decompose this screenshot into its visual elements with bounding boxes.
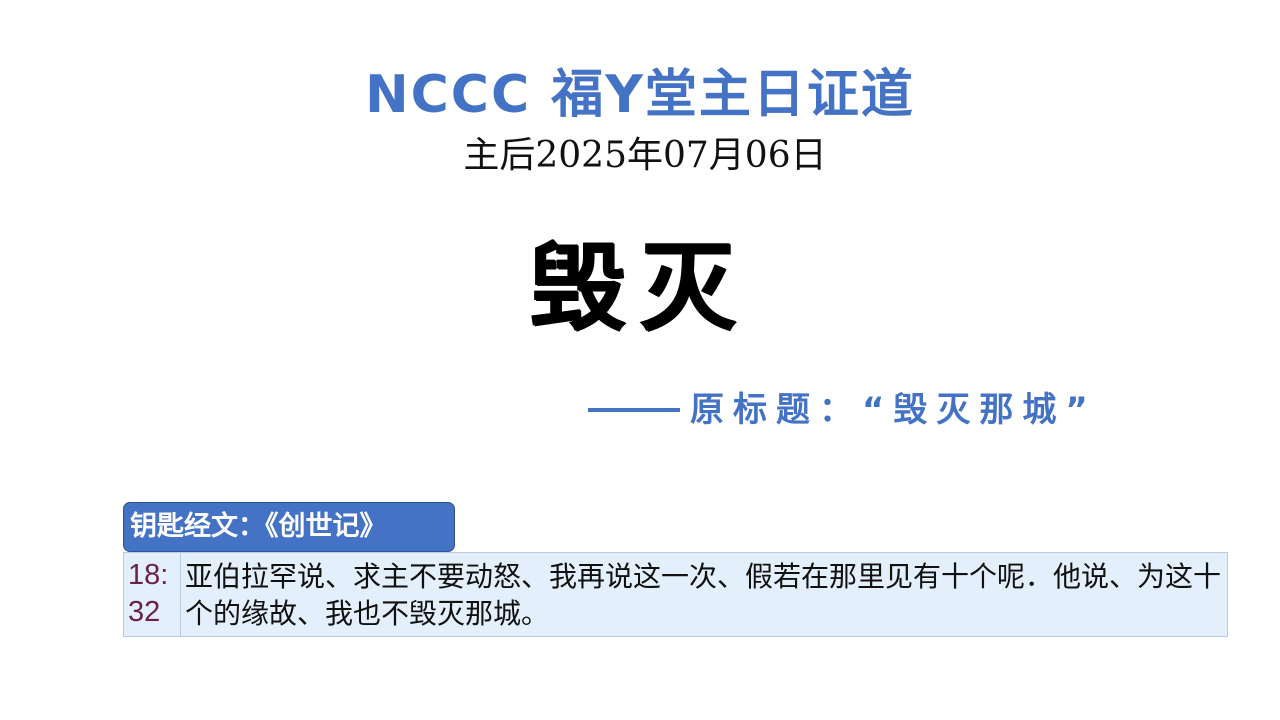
sermon-title: 毁灭	[530, 231, 750, 344]
verse-reference: 18:32	[124, 553, 181, 636]
original-title-text: 原标题：“毁灭那城”	[690, 390, 1097, 430]
slide: NCCC 福Y堂主日证道 主后2025年07月06日 毁灭 原标题：“毁灭那城”…	[0, 0, 1280, 720]
verse-box: 18:32 亚伯拉罕说、求主不要动怒、我再说这一次、假若在那里见有十个呢．他说、…	[123, 552, 1228, 637]
original-title-line: 原标题：“毁灭那城”	[588, 386, 1097, 434]
church-title: NCCC 福Y堂主日证道	[365, 65, 915, 125]
verse-text: 亚伯拉罕说、求主不要动怒、我再说这一次、假若在那里见有十个呢．他说、为这十个的缘…	[185, 560, 1222, 630]
em-dash-line	[588, 408, 680, 412]
service-date: 主后2025年07月06日	[463, 135, 827, 176]
key-scripture-label: 钥匙经文：《创世记》	[123, 502, 455, 552]
